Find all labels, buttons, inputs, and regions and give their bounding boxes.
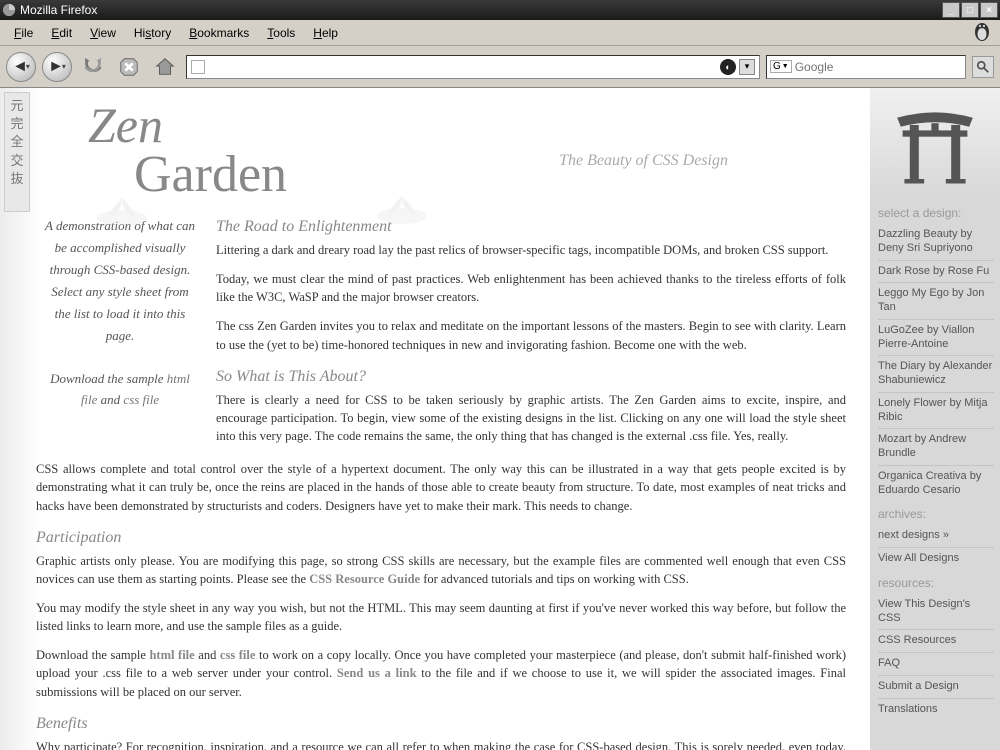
heading-participation: Participation: [36, 526, 846, 549]
window-title: Mozilla Firefox: [20, 3, 97, 17]
go-button[interactable]: ▾: [739, 59, 755, 75]
reload-button[interactable]: [78, 52, 108, 82]
para: Why participate? For recognition, inspir…: [36, 738, 846, 750]
para: Today, we must clear the mind of past pr…: [216, 270, 846, 306]
link-css-file[interactable]: css file: [220, 648, 256, 662]
search-box[interactable]: G▼: [766, 55, 966, 79]
page-icon: [191, 60, 205, 74]
torii-gate-icon: [870, 88, 1000, 198]
calligraphy-strip: 元完全交抜: [4, 92, 30, 212]
mascot-icon: [970, 18, 994, 48]
window-title-bar: Mozilla Firefox _ □ ×: [0, 0, 1000, 20]
back-button[interactable]: ◄▾: [6, 52, 36, 82]
para: The css Zen Garden invites you to relax …: [216, 317, 846, 353]
intro-text: A demonstration of what can be accomplis…: [42, 215, 198, 348]
sidebar-design-link[interactable]: Leggo My Ego by Jon Tan: [878, 283, 994, 320]
sidebar-design-link[interactable]: Dark Rose by Rose Fu: [878, 261, 994, 284]
url-input[interactable]: [209, 60, 720, 74]
menu-edit[interactable]: Edit: [43, 23, 80, 43]
feed-icon[interactable]: ◐: [720, 59, 736, 75]
sidebar-resource-link[interactable]: FAQ: [878, 653, 994, 676]
menu-tools[interactable]: Tools: [259, 23, 303, 43]
firefox-icon: [2, 3, 16, 17]
link-css-resource-guide[interactable]: CSS Resource Guide: [309, 572, 420, 586]
url-bar[interactable]: ◐ ▾: [186, 55, 760, 79]
heading-benefits: Benefits: [36, 712, 846, 735]
para: Download the sample html file and css fi…: [36, 646, 846, 700]
menu-bar: File Edit View History Bookmarks Tools H…: [0, 20, 1000, 46]
sidebar-heading-archives: archives:: [878, 507, 994, 521]
design-sidebar: select a design: Dazzling Beauty by Deny…: [870, 88, 1000, 750]
sidebar-resource-link[interactable]: Translations: [878, 699, 994, 721]
minimize-button[interactable]: _: [942, 2, 960, 18]
sidebar-resource-link[interactable]: CSS Resources: [878, 630, 994, 653]
stop-button[interactable]: [114, 52, 144, 82]
menu-help[interactable]: Help: [305, 23, 346, 43]
browser-viewport: 元完全交抜 Zen Garden The Beauty of CSS Desig…: [0, 88, 1000, 750]
intro-column: A demonstration of what can be accomplis…: [32, 205, 212, 456]
sidebar-resource-link[interactable]: Submit a Design: [878, 676, 994, 699]
menu-file[interactable]: File: [6, 23, 41, 43]
para: Littering a dark and dreary road lay the…: [216, 241, 846, 259]
link-html-file[interactable]: html file: [149, 648, 194, 662]
home-button[interactable]: [150, 52, 180, 82]
link-send-us[interactable]: Send us a link: [337, 666, 417, 680]
tagline: The Beauty of CSS Design: [559, 152, 728, 170]
close-button[interactable]: ×: [980, 2, 998, 18]
para: Graphic artists only please. You are mod…: [36, 552, 846, 588]
download-links: Download the sample html file and css fi…: [42, 369, 198, 411]
heading-road: The Road to Enlightenment: [216, 215, 846, 238]
link-css-file[interactable]: css file: [123, 392, 159, 407]
sidebar-archive-link[interactable]: next designs »: [878, 525, 994, 548]
sidebar-design-link[interactable]: LuGoZee by Viallon Pierre-Antoine: [878, 320, 994, 357]
sidebar-resource-link[interactable]: View This Design's CSS: [878, 594, 994, 631]
navigation-toolbar: ◄▾ ►▾ ◐ ▾ G▼: [0, 46, 1000, 88]
search-engine-selector[interactable]: G▼: [770, 60, 792, 73]
sidebar-heading-select: select a design:: [878, 206, 994, 220]
article-body-full: CSS allows complete and total control ov…: [32, 456, 860, 750]
heading-about: So What is This About?: [216, 365, 846, 388]
menu-history[interactable]: History: [126, 23, 179, 43]
sidebar-design-link[interactable]: Organica Creativa by Eduardo Cesario: [878, 466, 994, 502]
sidebar-design-link[interactable]: Lonely Flower by Mitja Ribic: [878, 393, 994, 430]
search-button[interactable]: [972, 56, 994, 78]
sidebar-design-link[interactable]: Dazzling Beauty by Deny Sri Supriyono: [878, 224, 994, 261]
menu-view[interactable]: View: [82, 23, 124, 43]
sidebar-design-link[interactable]: The Diary by Alexander Shabuniewicz: [878, 356, 994, 393]
para: You may modify the style sheet in any wa…: [36, 599, 846, 635]
menu-bookmarks[interactable]: Bookmarks: [181, 23, 257, 43]
sidebar-design-link[interactable]: Mozart by Andrew Brundle: [878, 429, 994, 466]
maximize-button[interactable]: □: [961, 2, 979, 18]
sidebar-archive-link[interactable]: View All Designs: [878, 548, 994, 570]
article-body: The Road to Enlightenment Littering a da…: [212, 205, 860, 456]
search-input[interactable]: [795, 60, 962, 74]
site-logo: Zen Garden: [88, 102, 860, 199]
para: CSS allows complete and total control ov…: [36, 460, 846, 514]
forward-button[interactable]: ►▾: [42, 52, 72, 82]
sidebar-heading-resources: resources:: [878, 576, 994, 590]
para: There is clearly a need for CSS to be ta…: [216, 391, 846, 445]
